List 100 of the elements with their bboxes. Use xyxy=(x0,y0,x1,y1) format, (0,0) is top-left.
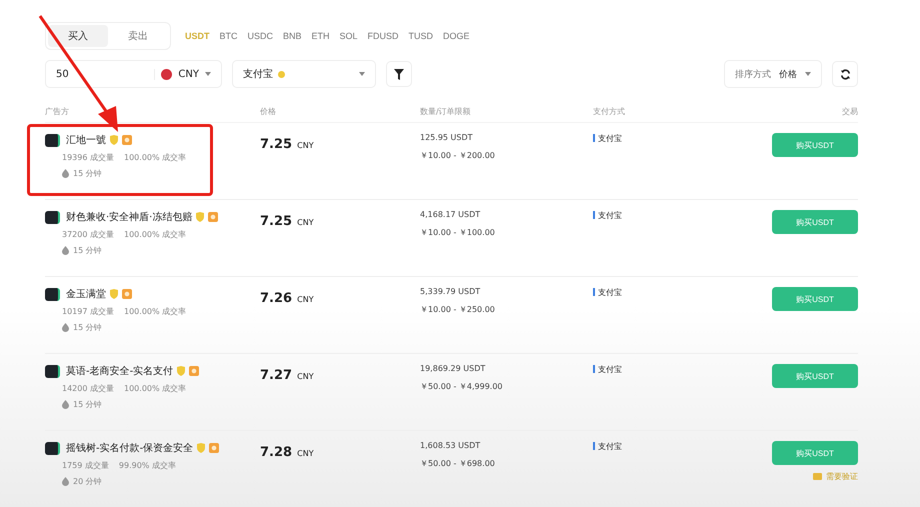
payment-marker-icon xyxy=(593,442,595,450)
column-header: 价格 xyxy=(260,106,277,118)
available-amount: 19,869.29 USDT xyxy=(420,364,486,373)
shield-icon xyxy=(110,135,118,145)
completion-rate: 99.90% 成交率 xyxy=(118,460,176,471)
payment-method: 支付宝 xyxy=(598,441,622,452)
badge-icon xyxy=(122,135,132,145)
timer-icon xyxy=(62,323,69,332)
order-limit: ￥50.00 - ￥698.00 xyxy=(420,458,496,469)
buy-button[interactable]: 购买USDT xyxy=(772,287,858,311)
price: 7.26 xyxy=(260,291,292,306)
order-limit: ￥10.00 - ￥250.00 xyxy=(420,304,496,315)
shield-icon xyxy=(177,366,186,376)
column-header: 数量/订单限额 xyxy=(420,106,472,118)
coin-tab[interactable]: BTC xyxy=(220,31,238,41)
trade-count: 1759 成交量 xyxy=(62,460,109,471)
payment-method: 支付宝 xyxy=(598,287,622,298)
advertiser-name[interactable]: 金玉满堂 xyxy=(66,287,106,301)
price-currency: CNY xyxy=(297,218,314,227)
completion-rate: 100.00% 成交率 xyxy=(124,229,186,240)
payment-method: 支付宝 xyxy=(598,210,622,221)
trade-tab[interactable]: 买入 xyxy=(48,25,108,47)
currency-label: CNY xyxy=(178,68,199,80)
badge-icon xyxy=(122,289,132,299)
available-amount: 1,608.53 USDT xyxy=(420,441,482,450)
caret-icon xyxy=(205,72,211,76)
available-amount: 125.95 USDT xyxy=(420,133,474,142)
price-currency: CNY xyxy=(297,141,314,150)
sort-label: 排序方式 xyxy=(735,68,771,80)
timer-icon xyxy=(62,246,69,255)
column-header: 交易 xyxy=(841,106,858,118)
sort-value: 价格 xyxy=(779,68,797,80)
caret-icon xyxy=(805,72,811,76)
payment-time: 15 分钟 xyxy=(73,168,102,179)
payment-marker-icon xyxy=(593,134,595,142)
price: 7.27 xyxy=(260,368,292,383)
coin-tab[interactable]: USDC xyxy=(248,31,274,41)
badge-icon xyxy=(189,366,200,376)
currency-icon xyxy=(161,68,172,80)
advertiser-name[interactable]: 莫语-老商安全-实名支付 xyxy=(66,364,174,378)
payment-time: 15 分钟 xyxy=(73,322,102,333)
available-amount: 4,168.17 USDT xyxy=(420,210,482,219)
avatar-icon xyxy=(45,134,60,146)
completion-rate: 100.00% 成交率 xyxy=(124,383,186,394)
advertiser-name[interactable]: 财色兼收·安全神盾·冻结包赔 xyxy=(66,210,192,224)
buy-button[interactable]: 购买USDT xyxy=(772,210,858,234)
caret-icon xyxy=(359,72,365,76)
trade-tab[interactable]: 卖出 xyxy=(108,25,168,47)
payment-method: 支付宝 xyxy=(598,364,622,375)
payment-marker-icon xyxy=(593,288,595,296)
advertiser-name[interactable]: 摇钱树-实名付款-保资金安全 xyxy=(66,441,194,455)
column-header: 广告方 xyxy=(45,106,70,118)
shield-icon xyxy=(196,212,204,222)
completion-rate: 100.00% 成交率 xyxy=(124,306,186,317)
price-currency: CNY xyxy=(297,449,314,458)
shield-icon xyxy=(197,443,206,453)
order-limit: ￥10.00 - ￥200.00 xyxy=(420,150,496,161)
coin-tab[interactable]: TUSD xyxy=(408,31,434,41)
buy-button[interactable]: 购买USDT xyxy=(772,441,858,465)
available-amount: 5,339.79 USDT xyxy=(420,287,482,296)
order-limit: ￥10.00 - ￥100.00 xyxy=(420,227,496,238)
amount-field[interactable]: 50 CNY xyxy=(45,60,222,88)
payment-marker-icon xyxy=(593,365,595,373)
payment-method: 支付宝 xyxy=(598,133,622,144)
avatar-icon xyxy=(45,364,60,378)
avatar-icon xyxy=(45,210,60,224)
payment-marker-icon xyxy=(593,211,595,219)
sort-dropdown[interactable]: 排序方式 价格 xyxy=(724,60,822,88)
price: 7.28 xyxy=(260,445,292,460)
filter-button[interactable] xyxy=(386,61,412,87)
coin-tab[interactable]: ETH xyxy=(312,31,330,41)
verification-tag: 需要验证 xyxy=(813,471,858,482)
coin-icon xyxy=(278,70,285,78)
timer-icon xyxy=(62,400,69,409)
coin-tab[interactable]: FDUSD xyxy=(368,31,399,41)
buy-button[interactable]: 购买USDT xyxy=(772,364,858,388)
advertiser-name[interactable]: 汇地一號 xyxy=(66,133,106,147)
coin-tab[interactable]: BNB xyxy=(283,31,302,41)
refresh-icon xyxy=(840,68,850,80)
amount-value: 50 xyxy=(55,68,70,80)
timer-icon xyxy=(62,169,69,178)
order-limit: ￥50.00 - ￥4,999.00 xyxy=(420,381,504,392)
coin-tab[interactable]: SOL xyxy=(340,31,358,41)
coin-tab[interactable]: DOGE xyxy=(443,31,470,41)
price: 7.25 xyxy=(260,137,292,152)
payment-dropdown[interactable]: 支付宝 xyxy=(232,60,376,88)
shield-icon xyxy=(110,289,118,299)
price: 7.25 xyxy=(260,214,292,229)
buy-button[interactable]: 购买USDT xyxy=(772,133,858,157)
payment-time: 15 分钟 xyxy=(73,399,102,410)
trade-count: 37200 成交量 xyxy=(62,229,114,240)
refresh-button[interactable] xyxy=(832,61,858,87)
price-currency: CNY xyxy=(297,372,314,381)
badge-icon xyxy=(209,443,220,453)
payment-time: 15 分钟 xyxy=(73,245,102,256)
column-header: 支付方式 xyxy=(593,106,626,118)
completion-rate: 100.00% 成交率 xyxy=(124,152,186,163)
trade-count: 14200 成交量 xyxy=(62,383,114,394)
trade-count: 10197 成交量 xyxy=(62,306,114,317)
badge-icon xyxy=(208,212,218,222)
